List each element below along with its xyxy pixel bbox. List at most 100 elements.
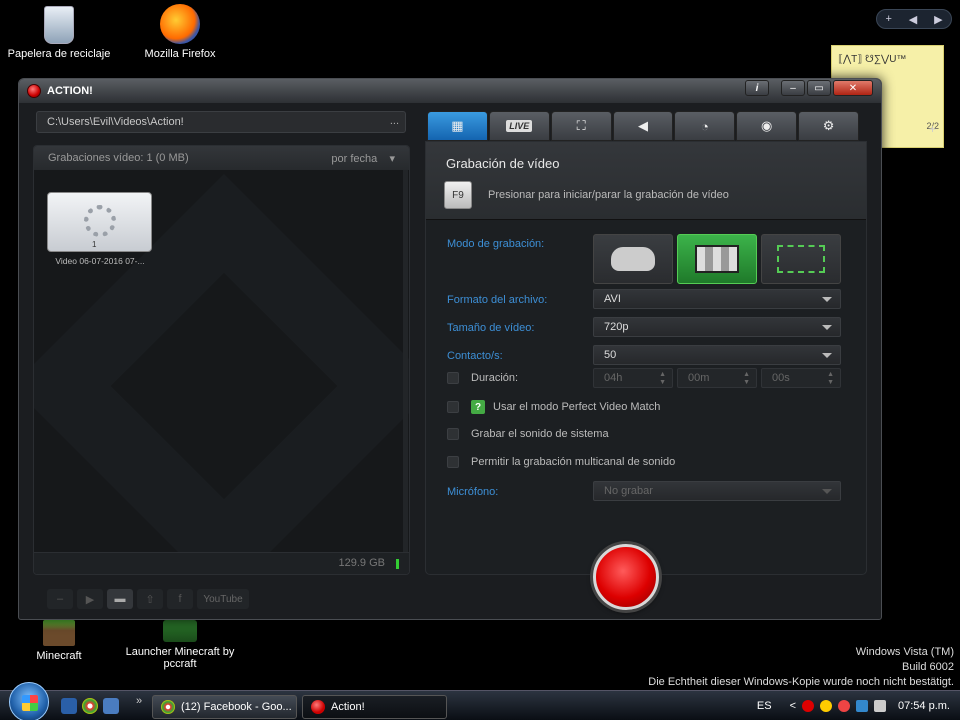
section-header: Grabación de vídeo F9 Presionar para ini… <box>426 142 866 220</box>
taskbar-button-label: Action! <box>331 701 365 713</box>
clock[interactable]: 07:54 p.m. <box>898 700 950 712</box>
video-thumbnail-label: Video 06-07-2016 07-... <box>55 256 145 266</box>
storage-footer: 129.9 GB <box>34 552 409 574</box>
language-indicator[interactable]: ES <box>757 700 772 712</box>
start-button[interactable] <box>9 681 49 720</box>
taskbar-button-action[interactable]: Action! <box>302 695 447 719</box>
play-button[interactable]: ▶ <box>77 589 103 609</box>
storage-indicator <box>396 559 399 569</box>
duration-minutes-stepper[interactable]: 00m ▲ ▼ <box>677 368 757 388</box>
video-thumbnail[interactable]: 1 <box>47 192 152 252</box>
volume-icon[interactable] <box>874 700 887 712</box>
show-desktop-icon[interactable] <box>61 697 77 714</box>
mic-label: Micrófono: <box>447 486 499 498</box>
minimize-button[interactable]: – <box>781 80 805 96</box>
browse-button[interactable]: ... <box>390 115 399 127</box>
delete-button[interactable]: – <box>47 589 73 609</box>
desktop-icon-recycle-bin[interactable]: Papelera de reciclaje <box>4 6 114 60</box>
network-icon[interactable] <box>856 700 869 712</box>
perfect-match-row: ? Usar el modo Perfect Video Match <box>447 400 660 414</box>
speaker-icon: ◀ <box>638 118 648 133</box>
action-window: ACTION! i – ▭ ✕ C:\Users\Evil\Videos\Act… <box>18 78 882 620</box>
tab-timer[interactable]: ◔ <box>674 111 736 141</box>
mic-select[interactable]: No grabar <box>593 481 841 501</box>
tab-screenshot[interactable]: ◉ <box>736 111 798 141</box>
multichannel-row: Permitir la grabación multicanal de soni… <box>447 456 675 468</box>
notification-icon[interactable] <box>820 700 833 712</box>
film-icon: ▦ <box>451 118 464 133</box>
next-icon[interactable]: ▶ <box>934 13 942 26</box>
tab-live[interactable]: LIVE <box>488 111 550 141</box>
record-button[interactable] <box>593 544 659 610</box>
recording-mode-group <box>593 234 841 284</box>
maximize-button[interactable]: ▭ <box>807 80 831 96</box>
upload-button[interactable]: ⇧ <box>137 589 163 609</box>
chevron-down-icon <box>822 489 832 494</box>
action-logo-icon <box>27 84 41 98</box>
desktop-icon-minecraft-launcher[interactable]: Launcher Minecraft by pccraft <box>120 620 240 670</box>
mode-game-button[interactable] <box>593 234 673 284</box>
recordings-path-field[interactable]: C:\Users\Evil\Videos\Action! ... <box>36 111 406 133</box>
desktop-icon-firefox[interactable]: Mozilla Firefox <box>125 4 235 60</box>
desktop-icon-minecraft[interactable]: Minecraft <box>4 620 114 662</box>
main-tabs: ▦ LIVE ⛶ ◀ ◔ ◉ ⚙ <box>427 111 860 141</box>
duration-seconds-stepper[interactable]: 00s ▲ ▼ <box>761 368 841 388</box>
help-icon[interactable]: ? <box>471 400 485 414</box>
tab-video[interactable]: ▦ <box>427 111 488 141</box>
format-select[interactable]: AVI <box>593 289 841 309</box>
chrome-icon <box>161 700 175 714</box>
playback-toolbar: – ▶ ▬ ⇧ f YouTube <box>47 589 249 609</box>
watermark-line: Build 6002 <box>902 661 954 673</box>
quick-launch-overflow[interactable]: » <box>136 695 142 707</box>
tab-benchmark[interactable]: ⛶ <box>550 111 612 141</box>
size-value: 720p <box>604 321 629 333</box>
chevron-down-icon <box>822 353 832 358</box>
recordings-panel: Grabaciones vídeo: 1 (0 MB) por fecha ▾ … <box>33 145 410 575</box>
info-button[interactable]: i <box>745 80 769 96</box>
facebook-button[interactable]: f <box>167 589 193 609</box>
free-space: 129.9 GB <box>338 557 385 569</box>
mode-label: Modo de grabación: <box>447 238 545 250</box>
size-select[interactable]: 720p <box>593 317 841 337</box>
sort-dropdown[interactable]: por fecha ▾ <box>331 152 395 165</box>
system-sound-label: Grabar el sonido de sistema <box>471 428 609 440</box>
system-tray: ES < 07:54 p.m. <box>757 691 960 720</box>
youtube-button[interactable]: YouTube <box>197 589 249 609</box>
sidebar-gadget-controls[interactable]: + ◀ ▶ <box>876 9 952 29</box>
minecraft-icon <box>43 620 75 646</box>
prev-icon[interactable]: ◀ <box>909 13 917 26</box>
duration-checkbox[interactable] <box>447 372 459 384</box>
firefox-icon <box>160 4 200 44</box>
camera-icon: ◉ <box>761 118 773 133</box>
titlebar[interactable]: ACTION! i – ▭ ✕ <box>19 79 881 103</box>
chevron-down-icon <box>822 325 832 330</box>
open-folder-button[interactable]: ▬ <box>107 589 133 609</box>
fps-select[interactable]: 50 <box>593 345 841 365</box>
chrome-icon[interactable] <box>82 697 98 714</box>
watermark-line: Die Echtheit dieser Windows-Kopie wurde … <box>648 676 954 688</box>
system-sound-checkbox[interactable] <box>447 428 459 440</box>
taskbar-button-chrome[interactable]: (12) Facebook - Goo... <box>152 695 297 719</box>
multichannel-checkbox[interactable] <box>447 456 459 468</box>
sticky-add-button[interactable]: + <box>929 122 936 136</box>
switch-windows-icon[interactable] <box>103 697 119 714</box>
recordings-scrollbar[interactable] <box>403 170 408 552</box>
desktop-icon-label: Papelera de reciclaje <box>7 48 111 60</box>
mode-region-button[interactable] <box>761 234 841 284</box>
recycle-bin-icon <box>44 6 74 44</box>
hotkey-description: Presionar para iniciar/parar la grabació… <box>488 189 729 201</box>
tray-expand-arrow[interactable]: < <box>790 700 796 712</box>
mode-desktop-button[interactable] <box>677 234 757 284</box>
format-value: AVI <box>604 293 621 305</box>
security-icon[interactable] <box>838 700 851 712</box>
benchmark-icon: ⛶ <box>576 118 586 133</box>
duration-hours-stepper[interactable]: 04h ▲ ▼ <box>593 368 673 388</box>
tab-audio[interactable]: ◀ <box>612 111 674 141</box>
add-gadget-icon[interactable]: + <box>885 13 891 25</box>
tab-settings[interactable]: ⚙ <box>798 111 860 141</box>
close-button[interactable]: ✕ <box>833 80 873 96</box>
fps-label: Contacto/s: <box>447 350 503 362</box>
perfect-match-checkbox[interactable] <box>447 401 459 413</box>
action-tray-icon[interactable] <box>802 700 815 712</box>
hotkey-button[interactable]: F9 <box>444 181 472 209</box>
